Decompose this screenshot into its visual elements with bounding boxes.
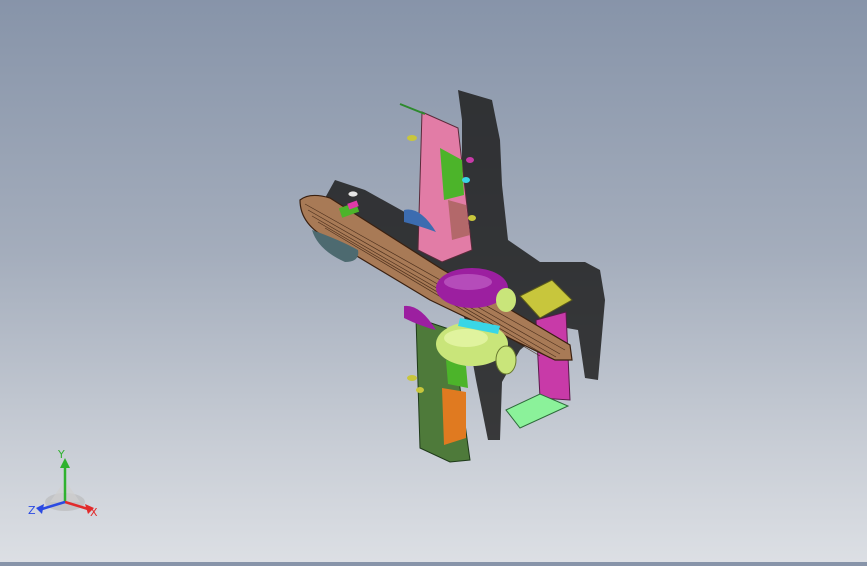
x-axis-label: X <box>90 506 98 519</box>
3d-viewport[interactable] <box>0 0 867 562</box>
orientation-triad: Y X Z <box>22 446 112 526</box>
z-axis-label: Z <box>28 504 36 517</box>
triad-graphic: Y X Z <box>28 448 98 519</box>
y-axis-label: Y <box>57 448 65 461</box>
model-render[interactable] <box>0 0 867 562</box>
z-axis-arrow <box>36 504 44 514</box>
